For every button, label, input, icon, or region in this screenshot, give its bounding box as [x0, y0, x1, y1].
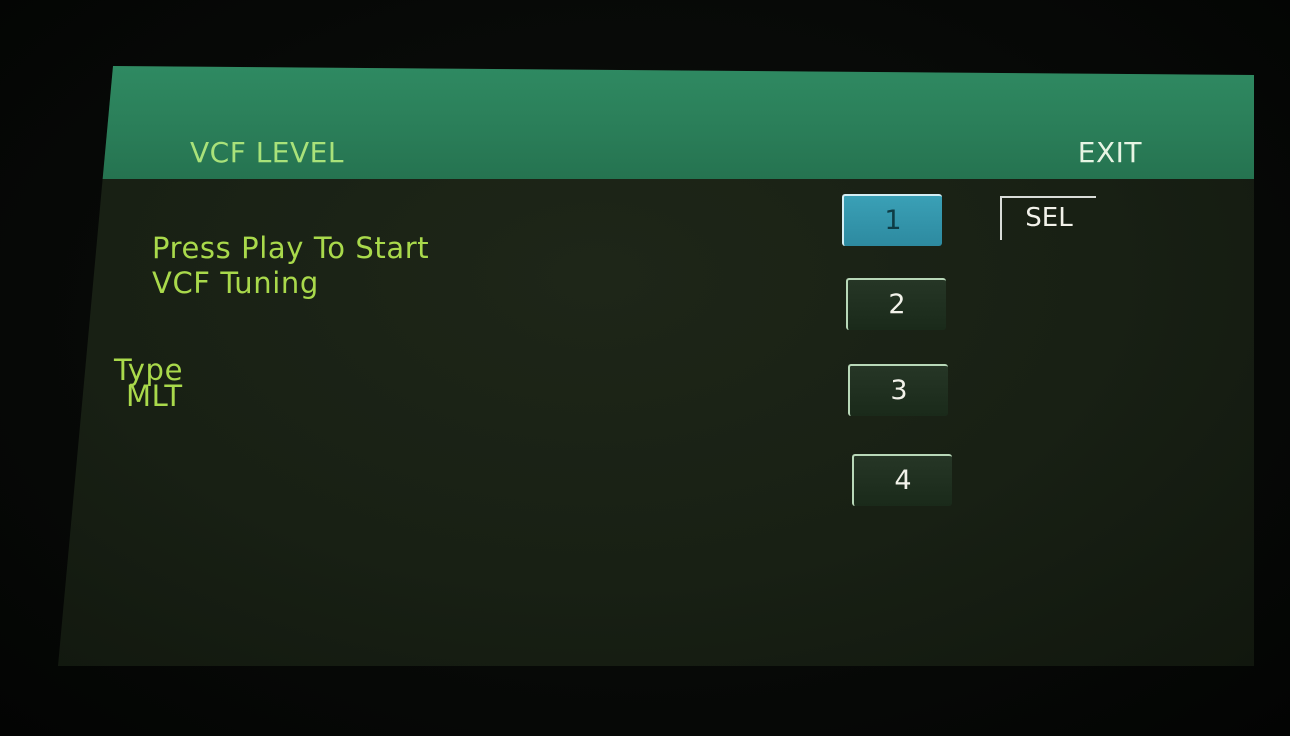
- select-button[interactable]: SEL: [1000, 196, 1096, 240]
- step-button-2[interactable]: 2: [846, 278, 946, 330]
- step-button-3[interactable]: 3: [848, 364, 948, 416]
- device-bezel: VCF LEVEL EXIT Press Play To Start VCF T…: [0, 0, 1290, 736]
- type-value[interactable]: MLT: [126, 380, 183, 412]
- page-title: VCF LEVEL: [190, 136, 344, 169]
- step-button-1[interactable]: 1: [842, 194, 942, 246]
- header-bar: VCF LEVEL EXIT: [58, 66, 1254, 179]
- step-button-4[interactable]: 4: [852, 454, 952, 506]
- message-line-2: VCF Tuning: [152, 266, 319, 300]
- lcd-screen: VCF LEVEL EXIT Press Play To Start VCF T…: [58, 66, 1254, 666]
- exit-button[interactable]: EXIT: [1078, 136, 1142, 169]
- message-line-1: Press Play To Start: [152, 231, 430, 265]
